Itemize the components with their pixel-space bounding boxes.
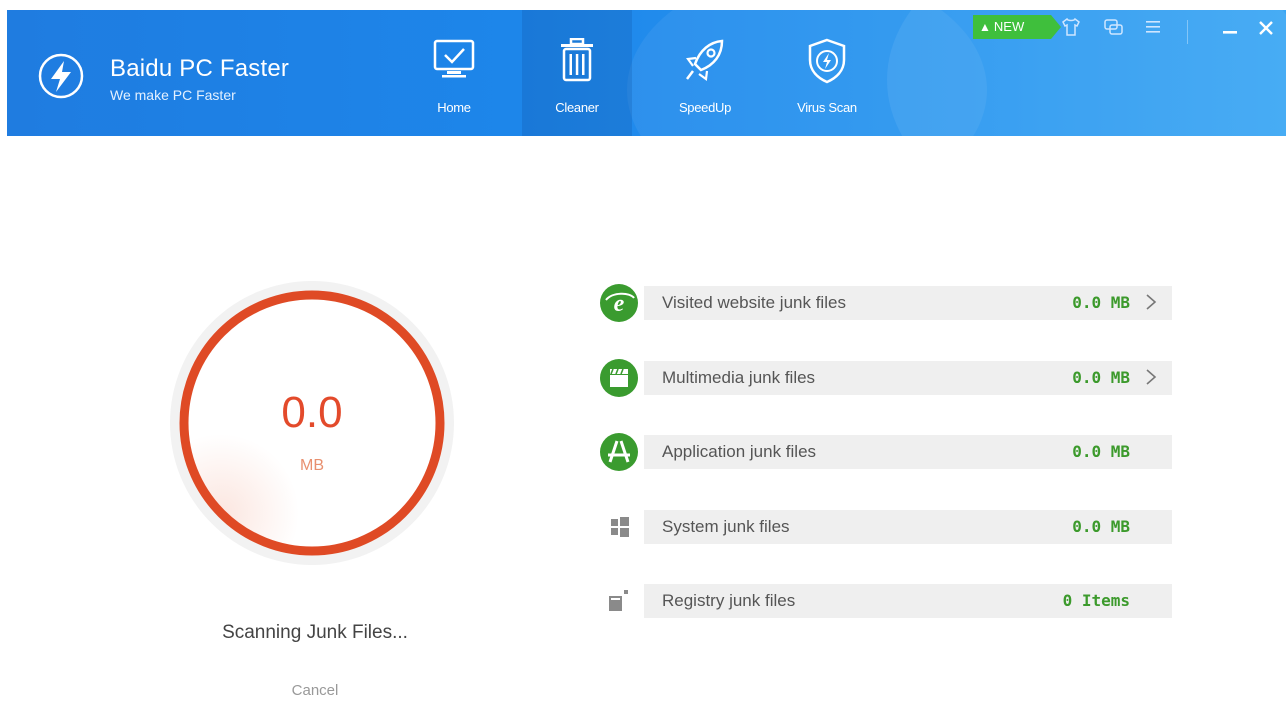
- junk-item-label: System junk files: [662, 517, 790, 536]
- chevron-right-icon[interactable]: [1144, 292, 1158, 312]
- windows-icon: [611, 517, 629, 537]
- monitor-check-icon: [433, 39, 475, 78]
- new-badge-label: NEW: [993, 19, 1025, 34]
- junk-item-label: Multimedia junk files: [662, 368, 816, 387]
- tshirt-small-icon: ▲: [979, 20, 991, 34]
- junk-item-value: 0.0 MB: [1072, 442, 1130, 461]
- scan-size-value: 0.0: [281, 388, 343, 437]
- junk-item-visited-website[interactable]: e Visited website junk files 0.0 MB: [600, 284, 1172, 322]
- junk-item-value: 0 Items: [1062, 591, 1130, 610]
- close-icon[interactable]: [1253, 15, 1279, 41]
- tshirt-icon[interactable]: [1059, 15, 1083, 39]
- clapperboard-icon: [600, 359, 638, 397]
- browser-icon: e: [600, 284, 638, 322]
- junk-item-multimedia[interactable]: Multimedia junk files 0.0 MB: [600, 359, 1172, 397]
- tab-virus-scan[interactable]: Virus Scan: [772, 10, 882, 136]
- junk-item-value: 0.0 MB: [1072, 293, 1130, 312]
- scan-size-unit: MB: [300, 457, 324, 474]
- rocket-icon: [686, 39, 724, 81]
- junk-item-value: 0.0 MB: [1072, 368, 1130, 387]
- registry-icon: [609, 590, 628, 611]
- junk-item-value: 0.0 MB: [1072, 517, 1130, 536]
- tab-home-label: Home: [437, 100, 471, 115]
- tab-cleaner-label: Cleaner: [555, 100, 599, 115]
- chevron-right-icon[interactable]: [1144, 367, 1158, 387]
- app-store-icon: [600, 433, 638, 471]
- junk-item-label: Visited website junk files: [662, 293, 846, 312]
- feedback-icon[interactable]: [1101, 15, 1125, 39]
- app-subtitle: We make PC Faster: [110, 87, 236, 103]
- tab-home[interactable]: Home: [399, 10, 509, 136]
- junk-item-registry[interactable]: Registry junk files 0 Items: [600, 582, 1172, 620]
- junk-item-label: Registry junk files: [662, 591, 796, 610]
- app-header: Baidu PC Faster We make PC Faster Home C…: [7, 10, 1286, 136]
- menu-icon[interactable]: [1141, 15, 1165, 39]
- trash-icon: [561, 38, 593, 82]
- tab-virus-scan-label: Virus Scan: [797, 100, 857, 115]
- new-badge[interactable]: ▲ NEW: [973, 15, 1061, 39]
- junk-item-application[interactable]: Application junk files 0.0 MB: [600, 433, 1172, 471]
- tab-cleaner[interactable]: Cleaner: [522, 10, 632, 136]
- junk-item-label: Application junk files: [662, 442, 817, 461]
- shield-bolt-icon: [808, 38, 846, 84]
- minimize-icon[interactable]: [1217, 15, 1243, 41]
- window-controls-divider: [1187, 20, 1188, 44]
- junk-item-system[interactable]: System junk files 0.0 MB: [600, 508, 1172, 546]
- cancel-button[interactable]: Cancel: [285, 682, 345, 699]
- tab-speedup-label: SpeedUp: [678, 100, 732, 115]
- app-title: Baidu PC Faster: [110, 55, 290, 82]
- scan-status-text: Scanning Junk Files...: [222, 622, 408, 643]
- app-logo-icon: [38, 53, 84, 99]
- tab-speedup[interactable]: SpeedUp: [650, 10, 760, 136]
